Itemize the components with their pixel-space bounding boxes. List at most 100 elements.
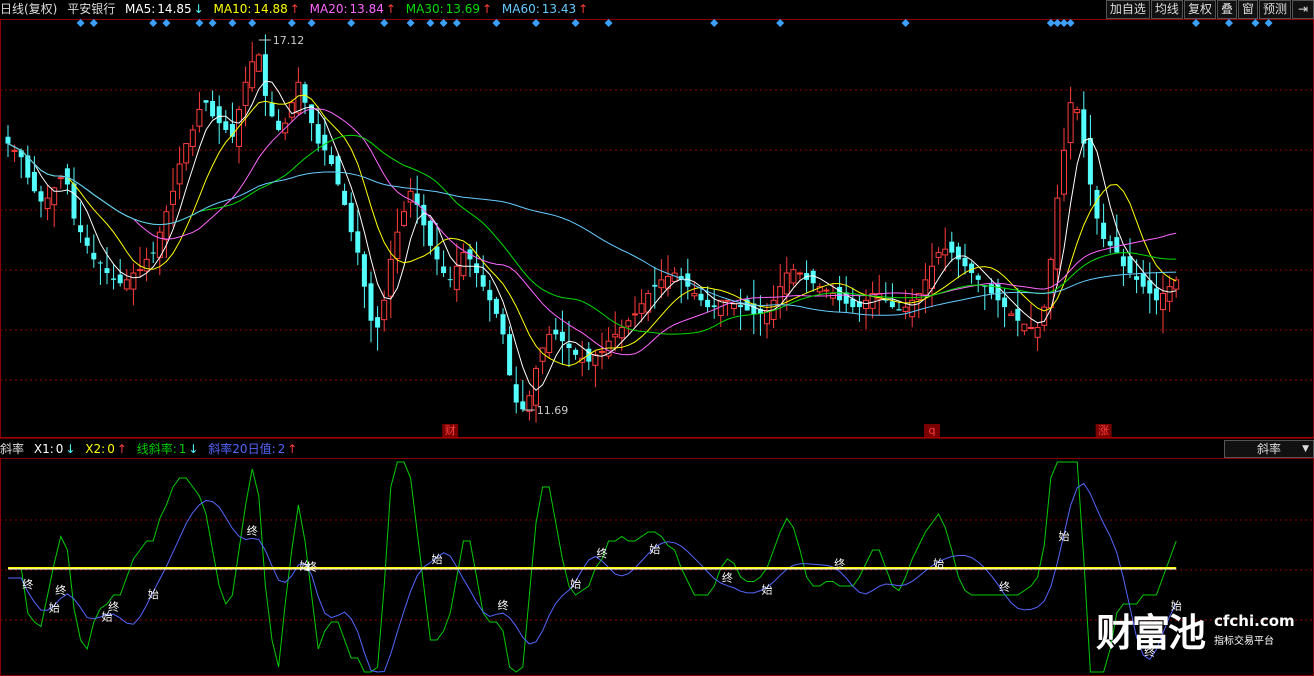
- candle-body: [1114, 237, 1120, 253]
- ma30-label: MA30:: [405, 2, 444, 16]
- event-marker-label: 财: [445, 423, 456, 437]
- candle-body: [203, 100, 209, 103]
- candle-body: [1153, 288, 1159, 301]
- candle-body: [658, 279, 665, 289]
- candle-body: [500, 314, 506, 335]
- end-signal-label: 终: [498, 598, 509, 612]
- candle-body: [302, 84, 308, 103]
- candle-body: [705, 299, 711, 308]
- candle-body: [962, 257, 968, 267]
- candle-body: [1127, 256, 1133, 274]
- candle-body: [242, 81, 249, 106]
- signal-diamond: [347, 19, 356, 27]
- slope-arrow: ↓: [188, 442, 199, 456]
- signal-diamond: [492, 19, 501, 27]
- candle-body: [638, 303, 645, 314]
- signal-diamond: [406, 19, 415, 27]
- ma5-legend: MA5: 14.85 ↓: [125, 2, 204, 16]
- candle-body: [777, 286, 784, 305]
- window-button[interactable]: 窗: [1237, 0, 1258, 19]
- candle-body: [276, 120, 282, 130]
- candle-body: [546, 333, 553, 354]
- candle-body: [216, 106, 222, 124]
- signal-diamond: [776, 19, 785, 27]
- candle-body: [104, 268, 110, 274]
- candle-body: [223, 121, 229, 130]
- ma20-value: 13.84: [349, 2, 384, 16]
- end-signal-label: 终: [597, 546, 608, 560]
- ma60-legend: MA60: 13.43 ↑: [502, 2, 588, 16]
- ma10-legend: MA10: 14.88 ↑: [214, 2, 300, 16]
- candle-body: [1034, 327, 1041, 338]
- period-label[interactable]: 日线(复权): [0, 2, 57, 16]
- start-signal-label: 始: [933, 557, 944, 571]
- candle-body: [361, 254, 367, 287]
- kline-canvas[interactable]: 17.1211.69财 q 涨终 终始始终始终始终始终始终 始终始终 始终始终始: [0, 0, 1314, 676]
- candle-body: [447, 279, 453, 281]
- add-watchlist-button[interactable]: 加自选: [1105, 0, 1150, 19]
- candle-body: [434, 246, 440, 260]
- candle-body: [671, 272, 678, 283]
- signal-diamond: [1251, 19, 1260, 27]
- ma10-line: [7, 94, 1177, 367]
- candle-body: [724, 299, 731, 302]
- ma20-label: MA20:: [309, 2, 348, 16]
- candle-body: [823, 289, 830, 292]
- signal-diamond: [1225, 19, 1233, 27]
- candle-body: [170, 190, 176, 205]
- start-signal-label: 始: [432, 552, 443, 566]
- event-marker-label: q: [929, 424, 936, 437]
- candle-body: [1101, 222, 1107, 239]
- start-signal-label: 始: [570, 576, 581, 590]
- forecast-button[interactable]: 预测: [1258, 0, 1291, 19]
- candle-body: [1081, 109, 1087, 144]
- candle-body: [731, 303, 737, 309]
- ma20-legend: MA20: 13.84 ↑: [310, 2, 396, 16]
- candle-body: [381, 299, 388, 321]
- start-signal-label: 始: [148, 587, 159, 601]
- candle-body: [711, 305, 717, 308]
- ma-lines-button[interactable]: 均线: [1150, 0, 1183, 19]
- chevron-down-icon: ▼: [1302, 444, 1309, 454]
- candle-body: [57, 177, 64, 180]
- candle-body: [618, 327, 625, 339]
- candle-body: [573, 349, 579, 355]
- expand-right-icon[interactable]: ⇥: [1292, 0, 1314, 19]
- overlay-button[interactable]: 叠: [1216, 0, 1237, 19]
- x1-legend: X1: 0 ↓: [34, 442, 76, 456]
- start-signal-label: 始: [49, 601, 60, 615]
- signal-diamond: [710, 19, 719, 27]
- candle-body: [783, 272, 790, 295]
- candle-body: [163, 211, 170, 241]
- signal-diamond: [901, 19, 910, 27]
- candle-body: [394, 231, 401, 259]
- candle-body: [553, 329, 559, 335]
- candle-body: [922, 279, 929, 296]
- indicator-selector[interactable]: 斜率 ▼: [1224, 440, 1314, 458]
- candle-body: [1054, 197, 1061, 270]
- event-marker-label: 涨: [1098, 424, 1109, 437]
- candle-body: [348, 202, 354, 233]
- candle-body: [150, 252, 156, 254]
- slope20-label: 斜率20日值:: [208, 442, 276, 456]
- end-signal-label: 终: [306, 560, 317, 574]
- signal-diamond: [307, 19, 316, 27]
- candle-body: [1002, 297, 1008, 308]
- candle-body: [1087, 138, 1093, 185]
- candle-body: [797, 272, 803, 275]
- candle-body: [566, 343, 572, 348]
- candle-body: [71, 183, 77, 219]
- candle-body: [97, 262, 103, 264]
- slope20-arrow: ↑: [287, 442, 298, 456]
- signal-diamond: [195, 19, 204, 27]
- adjust-button[interactable]: 复权: [1183, 0, 1216, 19]
- candle-body: [652, 284, 658, 287]
- candle-body: [78, 225, 84, 233]
- candle-body: [896, 309, 902, 311]
- ma10-value: 14.88: [253, 2, 288, 16]
- indicator-name[interactable]: 斜率: [0, 442, 24, 456]
- x1-label: X1:: [33, 442, 54, 456]
- signal-diamond: [208, 19, 217, 27]
- candle-body: [1015, 308, 1021, 321]
- signal-diamond: [1264, 19, 1273, 27]
